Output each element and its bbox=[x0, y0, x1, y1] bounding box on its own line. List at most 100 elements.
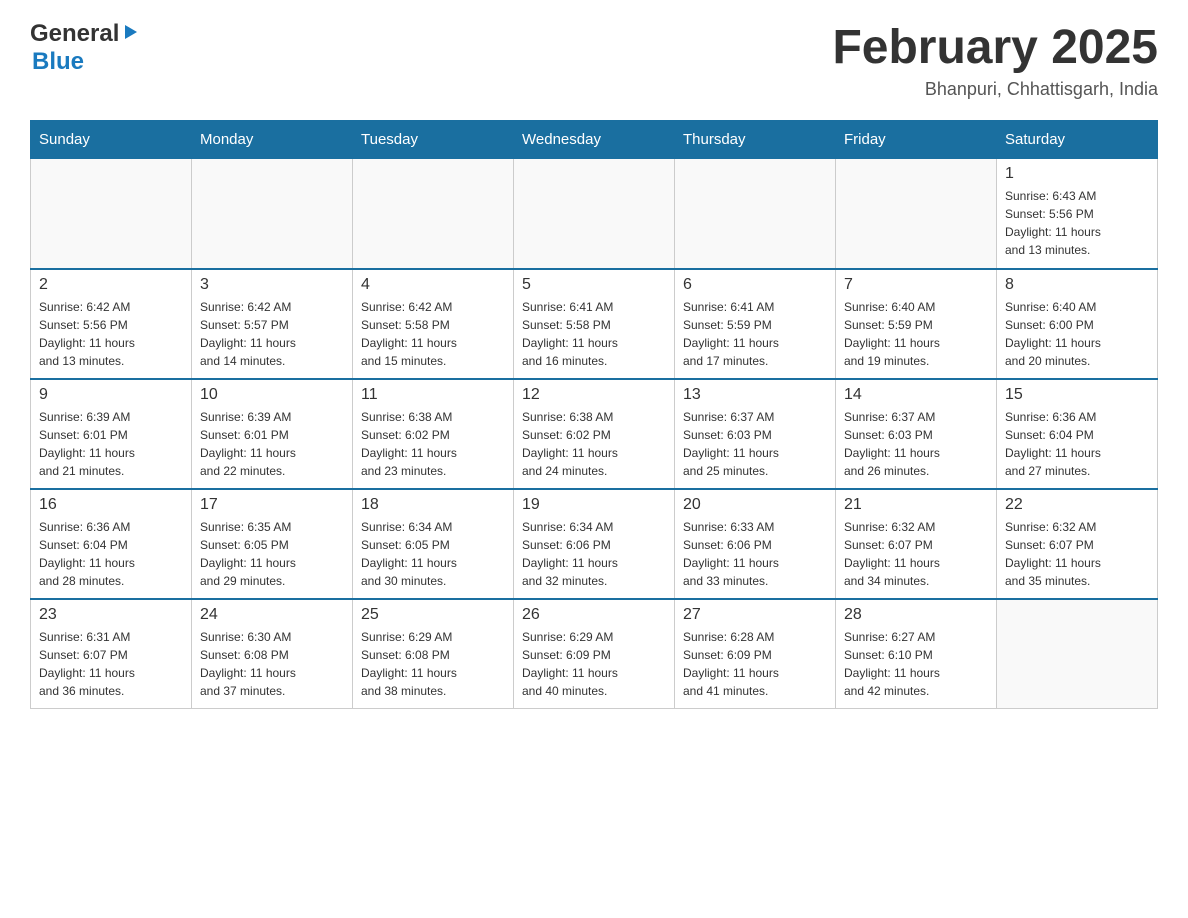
day-info: Sunrise: 6:29 AMSunset: 6:09 PMDaylight:… bbox=[522, 628, 666, 700]
calendar-cell: 6 Sunrise: 6:41 AMSunset: 5:59 PMDaylight… bbox=[675, 269, 836, 379]
day-number: 1 bbox=[1005, 165, 1149, 183]
day-number: 11 bbox=[361, 386, 505, 404]
day-info: Sunrise: 6:41 AMSunset: 5:58 PMDaylight:… bbox=[522, 298, 666, 370]
calendar-cell: 2 Sunrise: 6:42 AMSunset: 5:56 PMDaylight… bbox=[31, 269, 192, 379]
weekday-header-wednesday: Wednesday bbox=[514, 121, 675, 159]
calendar-cell bbox=[31, 159, 192, 269]
calendar-cell bbox=[675, 159, 836, 269]
calendar-cell: 3 Sunrise: 6:42 AMSunset: 5:57 PMDaylight… bbox=[192, 269, 353, 379]
day-number: 16 bbox=[39, 496, 183, 514]
calendar-cell: 22 Sunrise: 6:32 AMSunset: 6:07 PMDayligh… bbox=[997, 489, 1158, 599]
day-number: 10 bbox=[200, 386, 344, 404]
calendar-week-row: 2 Sunrise: 6:42 AMSunset: 5:56 PMDaylight… bbox=[31, 269, 1158, 379]
day-number: 3 bbox=[200, 276, 344, 294]
day-info: Sunrise: 6:32 AMSunset: 6:07 PMDaylight:… bbox=[1005, 518, 1149, 590]
logo: General Blue bbox=[30, 20, 139, 76]
day-number: 17 bbox=[200, 496, 344, 514]
day-info: Sunrise: 6:39 AMSunset: 6:01 PMDaylight:… bbox=[39, 408, 183, 480]
day-info: Sunrise: 6:42 AMSunset: 5:57 PMDaylight:… bbox=[200, 298, 344, 370]
day-info: Sunrise: 6:34 AMSunset: 6:06 PMDaylight:… bbox=[522, 518, 666, 590]
calendar-cell bbox=[353, 159, 514, 269]
calendar-cell: 27Sunrise: 6:28 AMSunset: 6:09 PMDayligh… bbox=[675, 599, 836, 709]
calendar-cell: 5Sunrise: 6:41 AMSunset: 5:58 PMDaylight… bbox=[514, 269, 675, 379]
calendar-cell: 4Sunrise: 6:42 AMSunset: 5:58 PMDaylight… bbox=[353, 269, 514, 379]
day-number: 19 bbox=[522, 496, 666, 514]
day-number: 22 bbox=[1005, 496, 1149, 514]
day-info: Sunrise: 6:33 AMSunset: 6:06 PMDaylight:… bbox=[683, 518, 827, 590]
day-info: Sunrise: 6:27 AMSunset: 6:10 PMDaylight:… bbox=[844, 628, 988, 700]
day-info: Sunrise: 6:42 AMSunset: 5:56 PMDaylight:… bbox=[39, 298, 183, 370]
day-number: 15 bbox=[1005, 386, 1149, 404]
calendar-cell: 1 Sunrise: 6:43 AMSunset: 5:56 PMDaylight… bbox=[997, 159, 1158, 269]
logo-blue-text: Blue bbox=[32, 48, 84, 75]
calendar-cell: 12Sunrise: 6:38 AMSunset: 6:02 PMDayligh… bbox=[514, 379, 675, 489]
day-number: 2 bbox=[39, 276, 183, 294]
day-info: Sunrise: 6:42 AMSunset: 5:58 PMDaylight:… bbox=[361, 298, 505, 370]
calendar-week-row: 1 Sunrise: 6:43 AMSunset: 5:56 PMDaylight… bbox=[31, 159, 1158, 269]
page-header: General Blue February 2025 Bhanpuri, Chh… bbox=[30, 20, 1158, 100]
location-subtitle: Bhanpuri, Chhattisgarh, India bbox=[832, 79, 1158, 100]
calendar-week-row: 9 Sunrise: 6:39 AMSunset: 6:01 PMDaylight… bbox=[31, 379, 1158, 489]
weekday-header-tuesday: Tuesday bbox=[353, 121, 514, 159]
weekday-header-friday: Friday bbox=[836, 121, 997, 159]
calendar-cell bbox=[997, 599, 1158, 709]
day-info: Sunrise: 6:32 AMSunset: 6:07 PMDaylight:… bbox=[844, 518, 988, 590]
weekday-header-sunday: Sunday bbox=[31, 121, 192, 159]
day-number: 14 bbox=[844, 386, 988, 404]
day-number: 23 bbox=[39, 606, 183, 624]
logo-general-text: General bbox=[30, 20, 119, 48]
calendar-cell bbox=[836, 159, 997, 269]
calendar-week-row: 16 Sunrise: 6:36 AMSunset: 6:04 PMDayligh… bbox=[31, 489, 1158, 599]
day-number: 20 bbox=[683, 496, 827, 514]
calendar-cell bbox=[192, 159, 353, 269]
day-number: 9 bbox=[39, 386, 183, 404]
day-number: 21 bbox=[844, 496, 988, 514]
day-info: Sunrise: 6:39 AMSunset: 6:01 PMDaylight:… bbox=[200, 408, 344, 480]
weekday-header-thursday: Thursday bbox=[675, 121, 836, 159]
day-info: Sunrise: 6:31 AMSunset: 6:07 PMDaylight:… bbox=[39, 628, 183, 700]
calendar-cell: 8 Sunrise: 6:40 AMSunset: 6:00 PMDaylight… bbox=[997, 269, 1158, 379]
day-info: Sunrise: 6:40 AMSunset: 5:59 PMDaylight:… bbox=[844, 298, 988, 370]
day-info: Sunrise: 6:38 AMSunset: 6:02 PMDaylight:… bbox=[522, 408, 666, 480]
day-info: Sunrise: 6:37 AMSunset: 6:03 PMDaylight:… bbox=[683, 408, 827, 480]
calendar-cell: 23 Sunrise: 6:31 AMSunset: 6:07 PMDayligh… bbox=[31, 599, 192, 709]
day-number: 27 bbox=[683, 606, 827, 624]
calendar-cell: 24 Sunrise: 6:30 AMSunset: 6:08 PMDayligh… bbox=[192, 599, 353, 709]
weekday-header-monday: Monday bbox=[192, 121, 353, 159]
day-info: Sunrise: 6:41 AMSunset: 5:59 PMDaylight:… bbox=[683, 298, 827, 370]
calendar-cell: 17 Sunrise: 6:35 AMSunset: 6:05 PMDayligh… bbox=[192, 489, 353, 599]
month-year-title: February 2025 bbox=[832, 20, 1158, 75]
calendar-cell bbox=[514, 159, 675, 269]
day-number: 18 bbox=[361, 496, 505, 514]
calendar-cell: 21 Sunrise: 6:32 AMSunset: 6:07 PMDayligh… bbox=[836, 489, 997, 599]
calendar-cell: 10 Sunrise: 6:39 AMSunset: 6:01 PMDayligh… bbox=[192, 379, 353, 489]
day-info: Sunrise: 6:38 AMSunset: 6:02 PMDaylight:… bbox=[361, 408, 505, 480]
calendar-cell: 18 Sunrise: 6:34 AMSunset: 6:05 PMDayligh… bbox=[353, 489, 514, 599]
day-info: Sunrise: 6:43 AMSunset: 5:56 PMDaylight:… bbox=[1005, 187, 1149, 259]
calendar-cell: 26 Sunrise: 6:29 AMSunset: 6:09 PMDayligh… bbox=[514, 599, 675, 709]
day-info: Sunrise: 6:35 AMSunset: 6:05 PMDaylight:… bbox=[200, 518, 344, 590]
logo-arrow-icon bbox=[121, 20, 139, 48]
calendar-cell: 7 Sunrise: 6:40 AMSunset: 5:59 PMDaylight… bbox=[836, 269, 997, 379]
calendar-cell: 15Sunrise: 6:36 AMSunset: 6:04 PMDayligh… bbox=[997, 379, 1158, 489]
day-number: 6 bbox=[683, 276, 827, 294]
calendar-cell: 9 Sunrise: 6:39 AMSunset: 6:01 PMDaylight… bbox=[31, 379, 192, 489]
calendar-table: SundayMondayTuesdayWednesdayThursdayFrid… bbox=[30, 120, 1158, 709]
day-number: 26 bbox=[522, 606, 666, 624]
day-info: Sunrise: 6:40 AMSunset: 6:00 PMDaylight:… bbox=[1005, 298, 1149, 370]
day-info: Sunrise: 6:36 AMSunset: 6:04 PMDaylight:… bbox=[39, 518, 183, 590]
calendar-cell: 19 Sunrise: 6:34 AMSunset: 6:06 PMDayligh… bbox=[514, 489, 675, 599]
day-info: Sunrise: 6:34 AMSunset: 6:05 PMDaylight:… bbox=[361, 518, 505, 590]
calendar-cell: 25Sunrise: 6:29 AMSunset: 6:08 PMDayligh… bbox=[353, 599, 514, 709]
day-number: 24 bbox=[200, 606, 344, 624]
day-number: 25 bbox=[361, 606, 505, 624]
weekday-header-saturday: Saturday bbox=[997, 121, 1158, 159]
calendar-cell: 16 Sunrise: 6:36 AMSunset: 6:04 PMDayligh… bbox=[31, 489, 192, 599]
day-info: Sunrise: 6:37 AMSunset: 6:03 PMDaylight:… bbox=[844, 408, 988, 480]
calendar-cell: 11 Sunrise: 6:38 AMSunset: 6:02 PMDayligh… bbox=[353, 379, 514, 489]
calendar-header-row: SundayMondayTuesdayWednesdayThursdayFrid… bbox=[31, 121, 1158, 159]
day-number: 8 bbox=[1005, 276, 1149, 294]
day-number: 7 bbox=[844, 276, 988, 294]
calendar-week-row: 23 Sunrise: 6:31 AMSunset: 6:07 PMDayligh… bbox=[31, 599, 1158, 709]
day-info: Sunrise: 6:30 AMSunset: 6:08 PMDaylight:… bbox=[200, 628, 344, 700]
